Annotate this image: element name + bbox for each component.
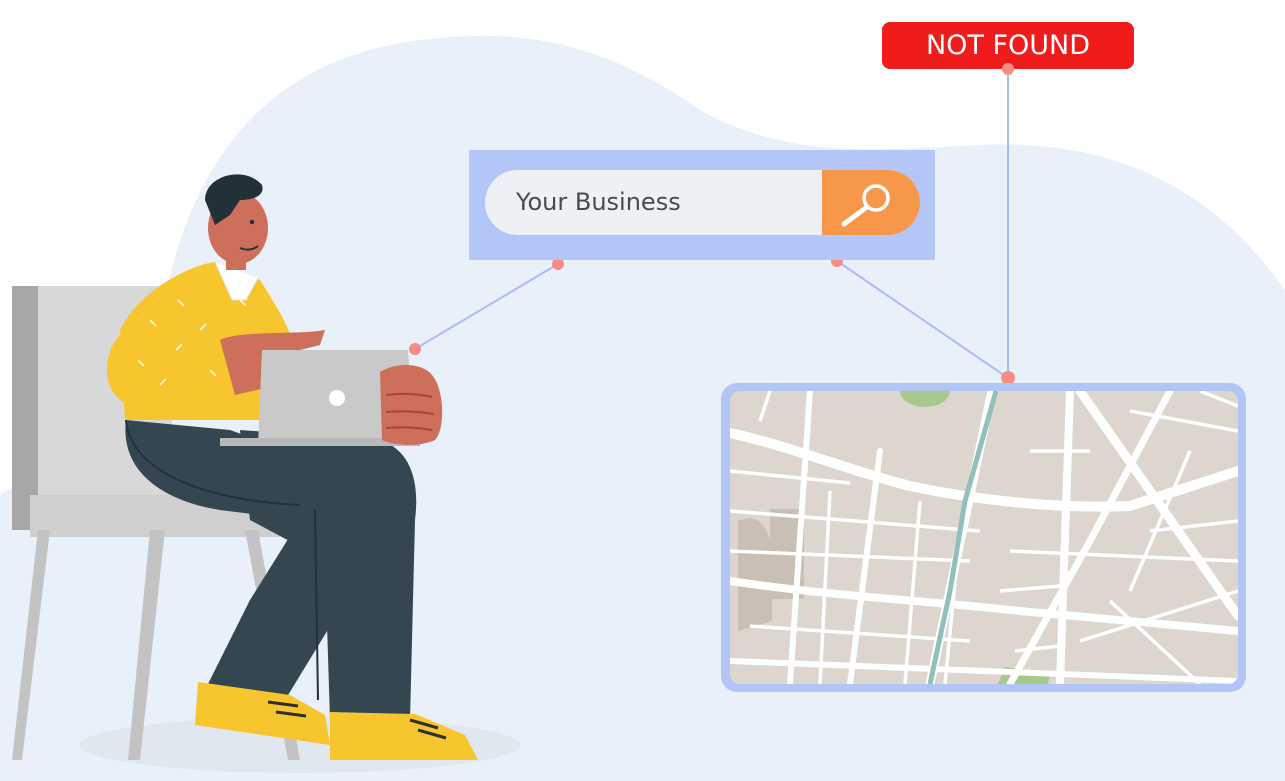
city-map [730,391,1238,684]
search-icon [841,184,890,227]
map-view [730,391,1238,684]
hand [380,364,443,445]
search-input-text: Your Business [516,188,681,216]
badge-connector-dot [1002,63,1014,75]
search-button[interactable] [822,170,920,235]
